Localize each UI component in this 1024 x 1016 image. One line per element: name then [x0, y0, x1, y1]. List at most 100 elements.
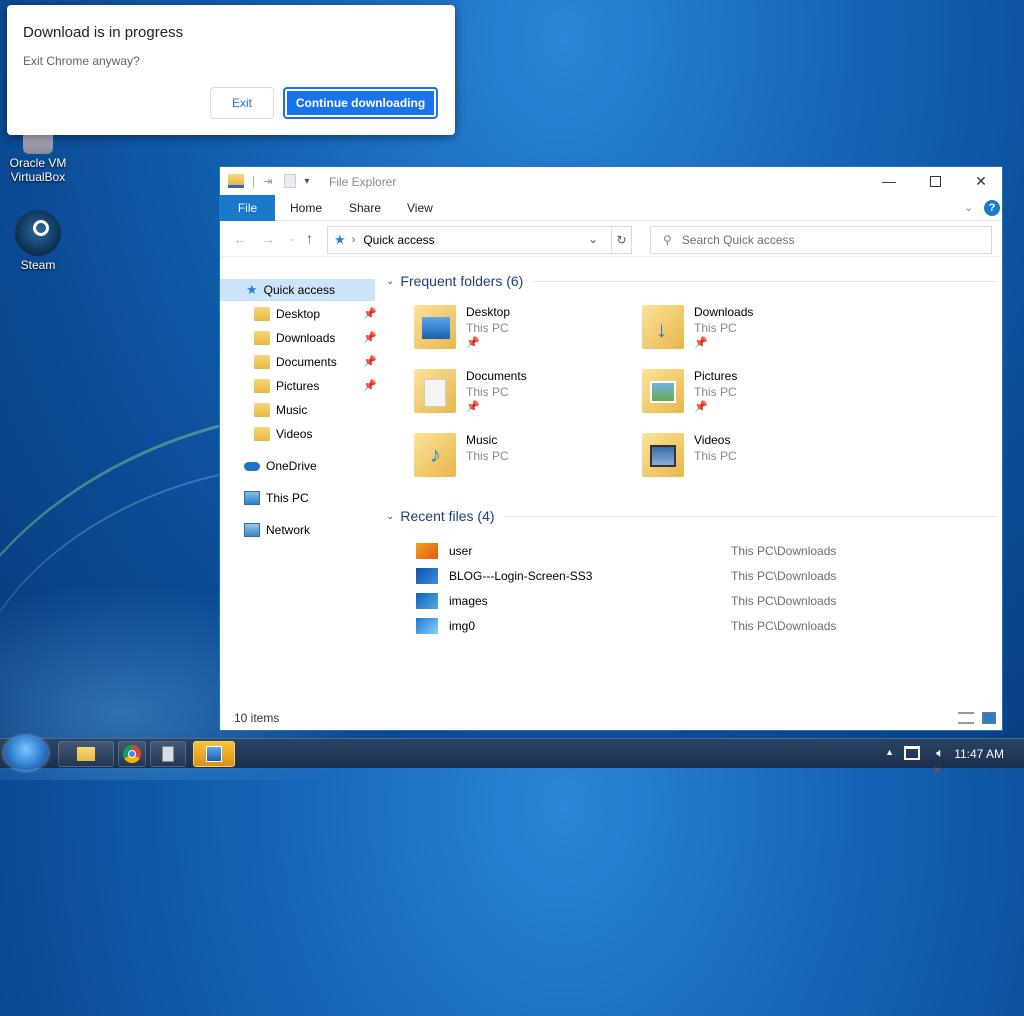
- maximize-button[interactable]: [912, 167, 958, 195]
- address-dropdown-icon[interactable]: ⌄: [588, 232, 598, 246]
- nav-label: OneDrive: [266, 459, 317, 473]
- details-view-icon[interactable]: [958, 712, 974, 724]
- window-title: File Explorer: [329, 175, 397, 189]
- close-button[interactable]: ✕: [958, 167, 1004, 195]
- steam-icon: [15, 210, 61, 256]
- file-location: This PC\Downloads: [731, 569, 837, 583]
- folder-tile-music[interactable]: ♪ Music This PC: [414, 431, 634, 491]
- nav-label: Pictures: [276, 379, 320, 393]
- pin-icon: 📌: [694, 401, 708, 413]
- refresh-button[interactable]: ↻: [611, 227, 631, 253]
- recent-file-row[interactable]: img0 This PC\Downloads: [412, 614, 1002, 638]
- folder-tile-downloads[interactable]: ↓ Downloads This PC 📌: [642, 303, 862, 363]
- pin-icon: 📌: [694, 337, 708, 349]
- nav-item-desktop[interactable]: Desktop: [220, 303, 320, 325]
- nav-item-network[interactable]: Network: [220, 519, 310, 541]
- nav-label: Quick access: [263, 283, 336, 297]
- taskbar: ▲ 🔈︎✕ 11:47 AM: [0, 736, 1024, 775]
- large-icons-view-icon[interactable]: [982, 712, 996, 724]
- tab-home[interactable]: Home: [290, 195, 322, 221]
- folder-name: Downloads: [694, 305, 754, 319]
- recent-locations-dropdown[interactable]: ⌄: [288, 233, 296, 244]
- explorer-app-icon: [228, 174, 244, 188]
- image-file-icon: [416, 618, 438, 634]
- image-file-icon: [416, 593, 438, 609]
- show-hidden-icons-icon[interactable]: ▲: [885, 747, 894, 757]
- recent-file-row[interactable]: BLOG---Login-Screen-SS3 This PC\Download…: [412, 564, 1002, 588]
- help-icon[interactable]: ?: [984, 200, 1000, 216]
- dialog-message: Exit Chrome anyway?: [23, 54, 140, 68]
- clock[interactable]: 11:47 AM: [954, 747, 1004, 761]
- folder-icon: [254, 307, 270, 321]
- desktop-icon-steam[interactable]: Steam: [3, 210, 73, 272]
- tab-view[interactable]: View: [407, 195, 433, 221]
- nav-label: This PC: [266, 491, 309, 505]
- pin-icon: 📌: [466, 337, 480, 349]
- folder-tile-videos[interactable]: Videos This PC: [642, 431, 862, 491]
- search-icon: ⚲: [663, 233, 672, 247]
- minimize-button[interactable]: —: [866, 167, 912, 195]
- pin-icon: 📌: [363, 308, 377, 320]
- properties-icon[interactable]: ⇥: [263, 175, 272, 188]
- folder-tile-pictures[interactable]: Pictures This PC 📌: [642, 367, 862, 427]
- nav-item-pictures[interactable]: Pictures: [220, 375, 319, 397]
- maximize-icon: [929, 175, 941, 187]
- taskbar-chrome[interactable]: [118, 741, 146, 767]
- folder-tile-documents[interactable]: Documents This PC 📌: [414, 367, 634, 427]
- nav-item-onedrive[interactable]: OneDrive: [220, 455, 317, 477]
- start-button[interactable]: [4, 736, 48, 770]
- folder-icon: [77, 747, 95, 761]
- forward-arrow-icon[interactable]: →: [261, 231, 275, 247]
- new-folder-icon[interactable]: [284, 174, 297, 188]
- folder-tile-desktop[interactable]: Desktop This PC 📌: [414, 303, 634, 363]
- recent-files-header[interactable]: ⌄ Recent files (4): [386, 508, 996, 524]
- quick-access-star-icon: ★: [334, 232, 346, 247]
- recent-file-row[interactable]: user This PC\Downloads: [412, 539, 1002, 563]
- nav-item-documents[interactable]: Documents: [220, 351, 337, 373]
- recent-file-row[interactable]: images This PC\Downloads: [412, 589, 1002, 613]
- folder-icon: [254, 427, 270, 441]
- computer-icon: [244, 491, 260, 505]
- taskbar-explorer-active[interactable]: [193, 741, 235, 767]
- nav-item-videos[interactable]: Videos: [220, 423, 312, 445]
- network-icon[interactable]: [904, 746, 920, 760]
- expand-ribbon-icon[interactable]: ⌄: [964, 201, 973, 214]
- exit-button[interactable]: Exit: [210, 87, 274, 119]
- documents-folder-icon: [414, 369, 456, 413]
- folder-location: This PC: [466, 385, 509, 399]
- music-folder-icon: ♪: [414, 433, 456, 477]
- file-location: This PC\Downloads: [731, 594, 837, 608]
- navigation-pane: ★ Quick access Desktop 📌 Downloads 📌 Doc…: [220, 277, 377, 707]
- up-arrow-icon[interactable]: ↑: [306, 230, 313, 246]
- breadcrumb-quick-access[interactable]: Quick access: [363, 233, 434, 247]
- back-arrow-icon[interactable]: ←: [233, 231, 247, 247]
- status-bar-item-count: 10 items: [234, 711, 280, 725]
- volume-muted-icon[interactable]: 🔈︎✕: [933, 745, 944, 776]
- divider: [504, 515, 996, 517]
- folder-name: Pictures: [694, 369, 738, 383]
- nav-item-music[interactable]: Music: [220, 399, 307, 421]
- nav-label: Music: [276, 403, 308, 417]
- taskbar-app[interactable]: [150, 741, 186, 767]
- address-box[interactable]: ★ › Quick access ⌄ ↻: [327, 226, 632, 254]
- folder-location: This PC: [694, 449, 737, 463]
- image-file-icon: [416, 543, 438, 559]
- continue-downloading-button[interactable]: Continue downloading: [283, 87, 438, 119]
- quick-access-star-icon: ★: [246, 282, 258, 297]
- frequent-folders-header[interactable]: ⌄ Frequent folders (6): [386, 273, 996, 289]
- search-placeholder: Search Quick access: [681, 233, 795, 247]
- tab-file[interactable]: File: [220, 195, 275, 221]
- nav-item-this-pc[interactable]: This PC: [220, 487, 309, 509]
- pin-icon: 📌: [363, 332, 377, 344]
- section-title: Frequent folders (6): [400, 273, 524, 289]
- customize-toolbar-dropdown[interactable]: ▾: [304, 176, 309, 187]
- search-input[interactable]: ⚲ Search Quick access: [650, 226, 992, 254]
- tab-share[interactable]: Share: [349, 195, 381, 221]
- title-bar: | ⇥ ▾ File Explorer — ✕: [220, 167, 1002, 195]
- taskbar-file-explorer[interactable]: [58, 741, 114, 767]
- pin-icon: 📌: [466, 401, 480, 413]
- nav-item-downloads[interactable]: Downloads: [220, 327, 335, 349]
- nav-item-quick-access[interactable]: ★ Quick access: [220, 279, 375, 301]
- nav-label: Network: [266, 523, 311, 537]
- desktop-icon-label: Steam: [20, 258, 56, 272]
